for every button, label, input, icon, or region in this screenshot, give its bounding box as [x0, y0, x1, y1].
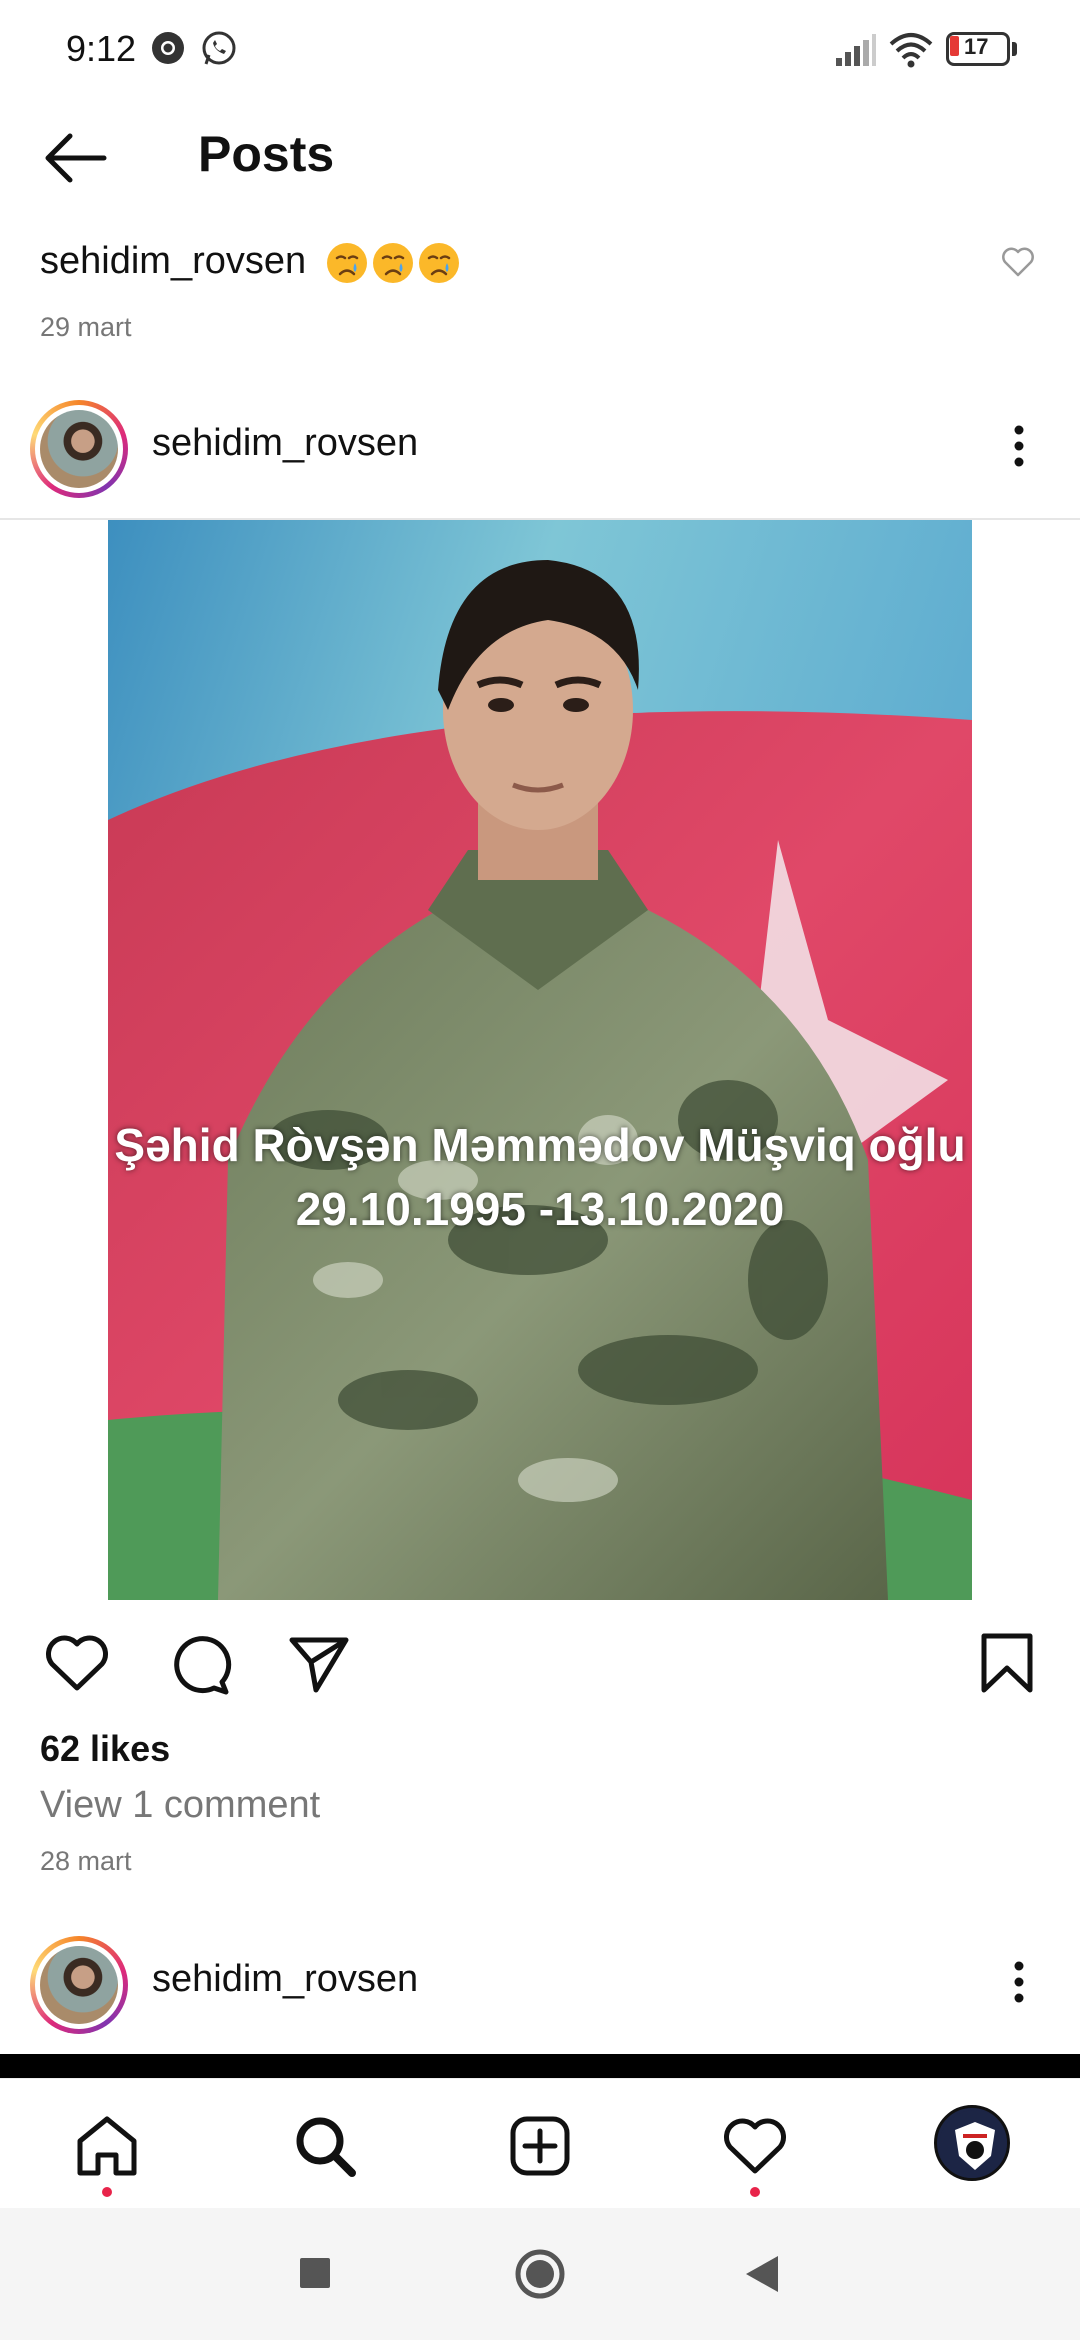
- avatar-image: [40, 1946, 118, 2024]
- caption-emojis: [325, 241, 461, 285]
- post-photo: [108, 520, 972, 1600]
- chrome-icon: [152, 32, 184, 64]
- bottom-nav: [0, 2078, 1080, 2208]
- caption-username[interactable]: sehidim_rovsen: [40, 240, 306, 282]
- search-icon[interactable]: [290, 2111, 360, 2181]
- arrow-left-icon[interactable]: [40, 128, 110, 188]
- top-header: Posts: [0, 110, 1080, 200]
- avatar[interactable]: [30, 400, 128, 498]
- crying-face-emoji-icon: [326, 242, 367, 283]
- post-image[interactable]: Şəhid Ròvşən Məmmədov Müşviq oğlu 29.10.…: [108, 520, 972, 1600]
- more-options-icon[interactable]: [1004, 416, 1034, 476]
- wifi-icon: [889, 33, 933, 68]
- post-image-caption-line2: 29.10.1995 -13.10.2020: [295, 1183, 785, 1235]
- post-header: sehidim_rovsen: [0, 1918, 1080, 2048]
- heart-icon[interactable]: [1000, 244, 1036, 280]
- battery-level: 17: [964, 34, 989, 59]
- new-post-icon[interactable]: [505, 2111, 575, 2181]
- home-icon[interactable]: [72, 2111, 142, 2181]
- post-date: 28 mart: [40, 1846, 132, 1876]
- share-icon[interactable]: [284, 1628, 354, 1698]
- crying-face-emoji-icon: [372, 242, 413, 283]
- status-time: 9:12: [66, 28, 137, 69]
- black-bar: [0, 2054, 1080, 2078]
- home-notification-dot: [102, 2187, 112, 2197]
- status-bar: 9:12 17: [0, 0, 1080, 100]
- activity-notification-dot: [750, 2187, 760, 2197]
- whatsapp-icon: [202, 31, 236, 65]
- page-title: Posts: [198, 126, 335, 182]
- battery-icon: 17: [946, 32, 1018, 66]
- back-triangle-icon[interactable]: [742, 2252, 782, 2296]
- recents-square-icon[interactable]: [298, 2256, 332, 2290]
- caption-date: 29 mart: [40, 312, 132, 342]
- comment-icon[interactable]: [164, 1628, 234, 1698]
- post-image-caption-line1: Şəhid Ròvşən Məmmədov Müşviq oğlu: [114, 1119, 966, 1171]
- profile-logo-icon: [939, 2110, 1007, 2178]
- post-header: sehidim_rovsen: [0, 382, 1080, 512]
- more-options-icon[interactable]: [1004, 1952, 1034, 2012]
- profile-avatar[interactable]: [934, 2105, 1010, 2181]
- caption: sehidim_rovsen: [40, 240, 461, 285]
- post-actions: [0, 1620, 1080, 1710]
- view-comments-link[interactable]: View 1 comment: [40, 1784, 320, 1827]
- signal-icon: [836, 34, 876, 66]
- crying-face-emoji-icon: [418, 242, 459, 283]
- post-username[interactable]: sehidim_rovsen: [152, 1958, 418, 2001]
- activity-heart-icon[interactable]: [720, 2111, 790, 2181]
- likes-count[interactable]: 62 likes: [40, 1728, 170, 1770]
- like-heart-icon[interactable]: [42, 1628, 112, 1698]
- home-circle-icon[interactable]: [514, 2248, 566, 2300]
- post-username[interactable]: sehidim_rovsen: [152, 422, 418, 465]
- system-nav-bar: [0, 2208, 1080, 2340]
- avatar-image: [40, 410, 118, 488]
- avatar[interactable]: [30, 1936, 128, 2034]
- bookmark-icon[interactable]: [972, 1628, 1042, 1698]
